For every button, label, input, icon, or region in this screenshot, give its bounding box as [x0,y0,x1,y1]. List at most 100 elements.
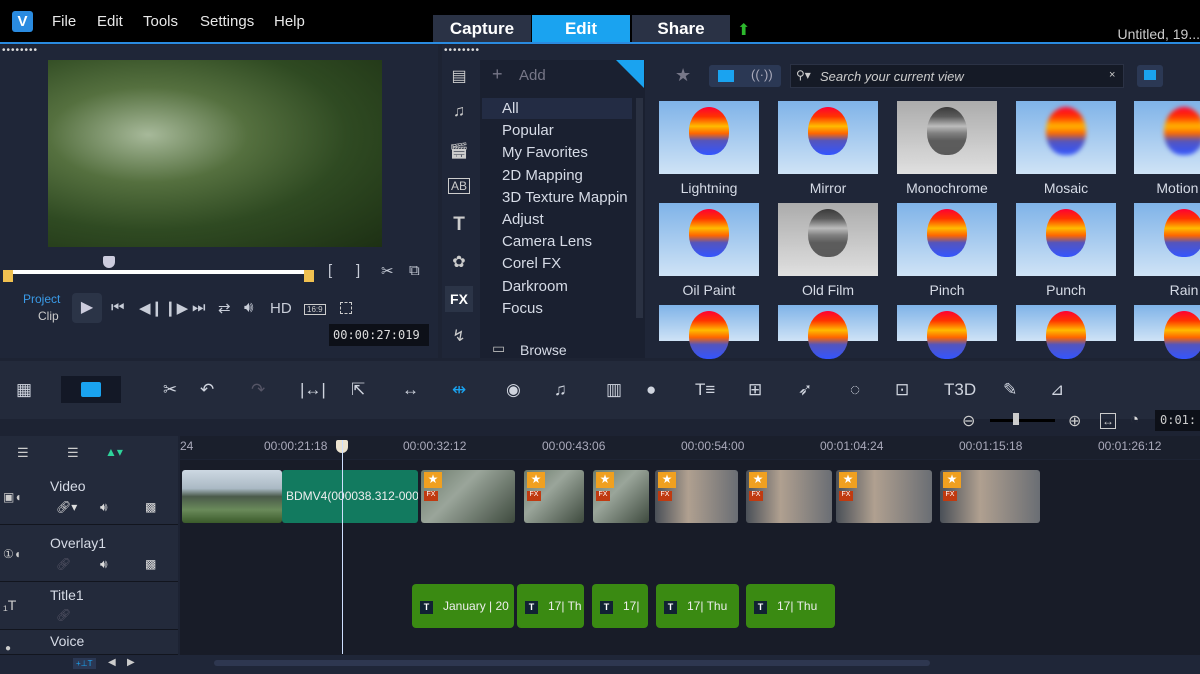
menu-settings[interactable]: Settings [200,13,254,30]
track-header-video[interactable] [0,468,178,525]
video-clip[interactable]: ★ FX [940,470,1040,523]
scissors-icon[interactable]: ✂ [381,262,394,280]
menu-file[interactable]: File [52,13,76,30]
fx-icon[interactable]: FX [445,286,473,312]
effect-thumbnail[interactable] [897,305,997,359]
effect-thumbnail[interactable] [778,203,878,276]
track-mute-icon[interactable]: 🔊︎ [100,557,108,572]
tab-share[interactable]: Share [632,15,730,43]
video-clip-thumbnail[interactable] [182,470,282,523]
play-button[interactable]: ▶ [72,293,102,323]
video-clip[interactable]: ★ FX [836,470,932,523]
effect-thumbnail[interactable] [778,305,878,359]
category-item[interactable]: 3D Texture Mappin [502,189,628,206]
effect-thumbnail[interactable] [897,101,997,174]
mark-out-icon[interactable]: ] [356,262,360,279]
effect-label[interactable]: Punch [1011,282,1121,298]
prev-frame-icon[interactable]: ◀❙ [139,299,163,317]
ripple-link-icon[interactable]: 🔗︎▾ [56,500,77,514]
effect-label[interactable]: Pinch [892,282,1002,298]
path-icon[interactable]: ↯ [448,326,470,346]
redo-icon[interactable]: ↷ [251,380,265,400]
video-clip[interactable]: ★ FX [655,470,738,523]
effect-thumbnail[interactable] [1016,203,1116,276]
track-mute-icon[interactable]: 🔊︎ [100,500,108,515]
video-clip[interactable]: ★ FX [746,470,832,523]
playhead-line[interactable] [342,440,343,654]
timeline-scrollbar[interactable] [214,660,930,666]
tab-edit[interactable]: Edit [532,15,630,43]
category-item[interactable]: All [502,100,519,117]
effect-thumbnail[interactable] [1134,203,1200,276]
pan-zoom-icon[interactable]: ⊡ [895,380,909,400]
effect-thumbnail[interactable] [1134,305,1200,359]
effect-label[interactable]: Mosaic [1011,180,1121,196]
auto-music-icon[interactable]: ♫ [554,380,567,400]
video-clip[interactable]: ★ FX [524,470,584,523]
smart-proxy-icon[interactable]: ⇹ [452,380,466,400]
menu-tools[interactable]: Tools [143,13,178,30]
zoom-slider[interactable] [990,419,1055,422]
title-clip[interactable]: T January | 20 [412,584,514,628]
hd-button[interactable]: HD [270,300,292,317]
volume-icon[interactable]: 🔊︎ [244,299,253,316]
category-item[interactable]: Camera Lens [502,233,592,250]
zoom-slider-thumb[interactable] [1013,413,1019,425]
pin-icon[interactable] [616,60,644,88]
add-remove-chapter-icon[interactable]: ☰ [67,445,79,461]
home-icon[interactable]: ⏮ [111,299,125,316]
fit-project-icon[interactable]: ↔ [1100,413,1116,429]
category-item[interactable]: Popular [502,122,554,139]
end-icon[interactable]: ⏭ [192,299,206,316]
effect-label[interactable]: Mirror [773,180,883,196]
video-clip[interactable]: BDMV4(000038.312-000 [282,470,418,523]
title-icon[interactable]: T [448,214,470,236]
title-clip[interactable]: T 17| Thu [746,584,835,628]
multi-trim-icon[interactable]: ✂ [163,380,177,400]
repeat-icon[interactable]: ⇄ [218,299,231,317]
add-track-button[interactable]: +⊥T [73,658,96,669]
upload-arrow-icon[interactable]: ⬆ [737,20,750,40]
effect-label[interactable]: Motion B [1129,180,1200,196]
split-icon[interactable]: ↔ [402,380,419,400]
browse-icon[interactable]: ▭ [492,340,505,357]
add-button[interactable]: Add [519,67,546,84]
aspect-ratio-button[interactable]: 16:9 [304,304,326,315]
mode-clip[interactable]: Clip [38,309,59,323]
drag-handle[interactable]: •••••••• [444,45,480,56]
record-capture-icon[interactable]: ◉ [506,380,521,400]
effect-thumbnail[interactable] [1016,101,1116,174]
scroll-left-icon[interactable]: ◀ [108,657,116,668]
blend-icon[interactable]: ● [646,380,656,400]
multi-camera-icon[interactable]: ⊿ [1050,380,1064,400]
ripple-link-icon[interactable]: 🔗︎ [56,608,71,622]
track-transparency-icon[interactable]: ⇱ [351,380,365,400]
mask-creator-icon[interactable]: ◌ [850,380,860,400]
motion-tracking-icon[interactable]: ➶ [798,380,812,400]
track-transparency-icon[interactable]: ▩ [145,557,156,571]
effect-thumbnail[interactable] [659,101,759,174]
mark-in-icon[interactable]: [ [328,262,332,279]
effect-thumbnail[interactable] [778,101,878,174]
track-transparency-icon[interactable]: ▩ [145,500,156,514]
effect-thumbnail[interactable] [897,203,997,276]
effect-thumbnail[interactable] [1134,101,1200,174]
fit-icon[interactable]: |↔| [300,380,326,400]
trim-end-handle[interactable] [304,270,314,282]
audio-icon[interactable]: ♫ [448,103,470,121]
add-icon[interactable]: + [492,64,503,85]
trim-bar[interactable] [8,270,312,274]
title-editor-icon[interactable]: T≡ [695,380,715,400]
category-scrollbar[interactable] [636,98,643,318]
drag-handle[interactable]: •••••••• [2,45,38,56]
title-clip[interactable]: T 17| Thu [656,584,739,628]
browse-button[interactable]: Browse [520,342,567,358]
category-item[interactable]: Darkroom [502,278,568,295]
timecode-field[interactable]: 00:00:27:019 [329,324,429,346]
subtitle-editor-icon[interactable]: ▥ [606,380,622,400]
3d-title-icon[interactable]: T3D [944,380,976,400]
crop-icon[interactable] [340,302,352,314]
next-frame-icon[interactable]: ❙▶ [164,299,188,317]
zoom-in-icon[interactable]: ⊕ [1068,411,1081,431]
tab-capture[interactable]: Capture [433,15,531,43]
